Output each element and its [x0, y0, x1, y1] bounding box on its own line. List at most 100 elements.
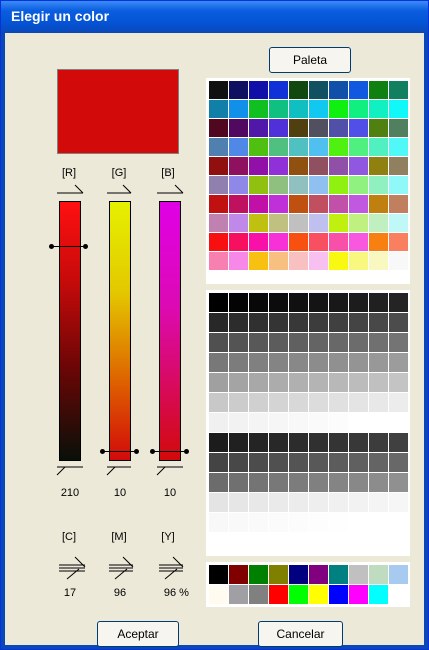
- color-swatch[interactable]: [269, 81, 288, 99]
- gray-swatch[interactable]: [309, 473, 328, 492]
- color-swatch[interactable]: [249, 233, 268, 251]
- gray-swatch[interactable]: [329, 293, 348, 312]
- gray-swatch[interactable]: [249, 393, 268, 412]
- gray-swatch[interactable]: [229, 413, 248, 432]
- gray-swatch[interactable]: [349, 473, 368, 492]
- gray-swatch[interactable]: [209, 433, 228, 452]
- gray-swatch[interactable]: [389, 373, 408, 392]
- gray-swatch[interactable]: [289, 473, 308, 492]
- color-swatch[interactable]: [369, 100, 388, 118]
- basic-color-swatch[interactable]: [329, 585, 348, 604]
- color-swatch[interactable]: [369, 157, 388, 175]
- gray-swatch[interactable]: [289, 373, 308, 392]
- basic-color-swatch[interactable]: [309, 565, 328, 584]
- color-swatch[interactable]: [289, 100, 308, 118]
- basic-color-swatch[interactable]: [249, 585, 268, 604]
- gray-swatch[interactable]: [369, 393, 388, 412]
- gray-swatch[interactable]: [289, 453, 308, 472]
- basic-color-swatch[interactable]: [369, 585, 388, 604]
- gray-swatch[interactable]: [349, 293, 368, 312]
- color-swatch[interactable]: [349, 81, 368, 99]
- gray-swatch[interactable]: [249, 453, 268, 472]
- basic-color-swatch[interactable]: [309, 585, 328, 604]
- gray-swatch[interactable]: [229, 473, 248, 492]
- color-swatch[interactable]: [229, 119, 248, 137]
- palette-button[interactable]: Paleta: [269, 47, 351, 73]
- color-swatch[interactable]: [369, 81, 388, 99]
- color-swatch[interactable]: [269, 176, 288, 194]
- basic-color-swatch[interactable]: [209, 565, 228, 584]
- gray-swatch[interactable]: [209, 413, 228, 432]
- gray-swatch[interactable]: [309, 313, 328, 332]
- gray-swatch[interactable]: [209, 313, 228, 332]
- gray-swatch[interactable]: [209, 493, 228, 512]
- color-swatch[interactable]: [269, 195, 288, 213]
- gray-swatch[interactable]: [289, 513, 308, 532]
- color-swatch[interactable]: [229, 252, 248, 270]
- color-swatch[interactable]: [349, 119, 368, 137]
- b-slider-track[interactable]: [159, 201, 181, 461]
- basic-color-swatch[interactable]: [329, 565, 348, 584]
- color-swatch[interactable]: [329, 100, 348, 118]
- gray-swatch[interactable]: [349, 493, 368, 512]
- gray-swatch[interactable]: [309, 413, 328, 432]
- gray-swatch[interactable]: [309, 333, 328, 352]
- color-swatch[interactable]: [389, 81, 408, 99]
- gray-swatch[interactable]: [269, 413, 288, 432]
- color-swatch[interactable]: [249, 81, 268, 99]
- color-swatch[interactable]: [209, 157, 228, 175]
- color-swatch[interactable]: [249, 214, 268, 232]
- color-swatch[interactable]: [289, 195, 308, 213]
- color-swatch[interactable]: [389, 100, 408, 118]
- gray-swatch[interactable]: [209, 513, 228, 532]
- basic-color-swatch[interactable]: [289, 585, 308, 604]
- color-swatch[interactable]: [229, 195, 248, 213]
- color-swatch[interactable]: [289, 119, 308, 137]
- color-swatch[interactable]: [309, 214, 328, 232]
- gray-swatch[interactable]: [229, 353, 248, 372]
- color-swatch[interactable]: [369, 176, 388, 194]
- color-swatch[interactable]: [289, 233, 308, 251]
- gray-swatch[interactable]: [309, 353, 328, 372]
- color-swatch[interactable]: [349, 214, 368, 232]
- gray-swatch[interactable]: [309, 393, 328, 412]
- gray-swatch[interactable]: [229, 513, 248, 532]
- gray-swatch[interactable]: [229, 313, 248, 332]
- color-swatch[interactable]: [269, 138, 288, 156]
- color-swatch[interactable]: [249, 176, 268, 194]
- gray-swatch[interactable]: [329, 513, 348, 532]
- gray-swatch[interactable]: [349, 393, 368, 412]
- color-swatch[interactable]: [209, 252, 228, 270]
- gray-swatch[interactable]: [349, 313, 368, 332]
- color-swatch[interactable]: [289, 252, 308, 270]
- color-swatch[interactable]: [269, 157, 288, 175]
- color-swatch[interactable]: [269, 252, 288, 270]
- color-swatch[interactable]: [309, 100, 328, 118]
- cmy-slider-group[interactable]: [53, 553, 193, 583]
- gray-swatch[interactable]: [269, 493, 288, 512]
- gray-swatch[interactable]: [289, 393, 308, 412]
- gray-swatch[interactable]: [249, 353, 268, 372]
- gray-swatch[interactable]: [229, 453, 248, 472]
- color-swatch[interactable]: [389, 119, 408, 137]
- color-swatch[interactable]: [329, 233, 348, 251]
- basic-color-swatch[interactable]: [209, 585, 228, 604]
- gray-swatch[interactable]: [389, 333, 408, 352]
- color-swatch[interactable]: [389, 176, 408, 194]
- gray-swatch[interactable]: [209, 333, 228, 352]
- gray-swatch[interactable]: [309, 513, 328, 532]
- gray-swatch[interactable]: [389, 313, 408, 332]
- basic-color-swatch[interactable]: [229, 585, 248, 604]
- color-swatch[interactable]: [249, 157, 268, 175]
- gray-swatch[interactable]: [229, 493, 248, 512]
- color-swatch[interactable]: [209, 214, 228, 232]
- color-swatch[interactable]: [389, 252, 408, 270]
- basic-color-swatch[interactable]: [349, 565, 368, 584]
- gray-swatch[interactable]: [329, 413, 348, 432]
- gray-swatch[interactable]: [349, 433, 368, 452]
- g-slider-track[interactable]: [109, 201, 131, 461]
- gray-swatch[interactable]: [269, 353, 288, 372]
- gray-swatch[interactable]: [329, 333, 348, 352]
- gray-swatch[interactable]: [309, 373, 328, 392]
- gray-swatch[interactable]: [249, 373, 268, 392]
